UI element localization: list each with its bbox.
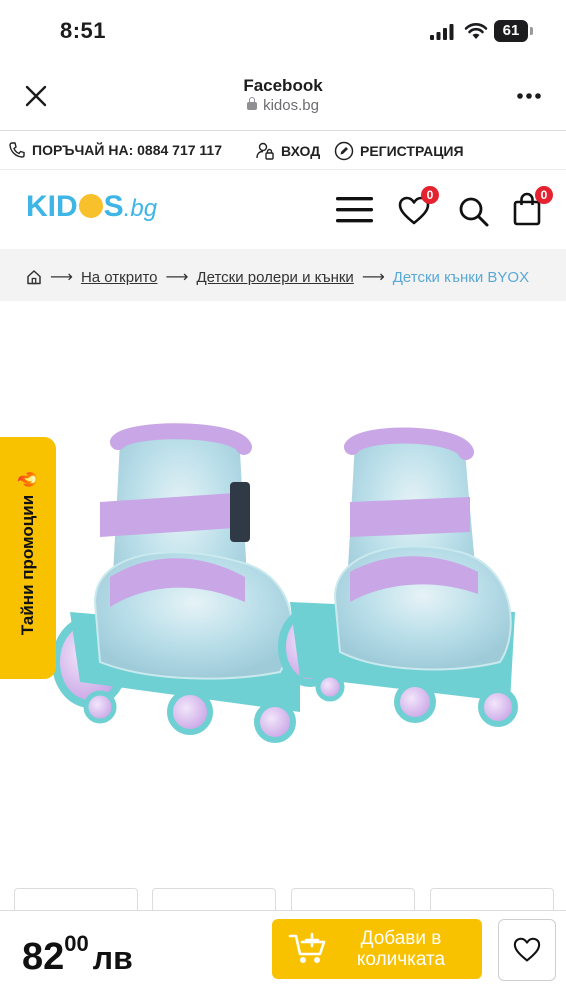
logo-sun-icon — [78, 194, 103, 218]
search-icon[interactable] — [458, 196, 490, 228]
add-to-cart-button[interactable]: Добави в количката — [272, 919, 482, 979]
breadcrumb-arrow-icon: ⟶ — [50, 269, 73, 286]
login-label: ВХОД — [281, 143, 321, 159]
order-phone-link[interactable]: ПОРЪЧАЙ НА: 0884 717 117 — [8, 141, 222, 159]
battery-indicator: 61 — [494, 20, 533, 42]
left-skate — [52, 423, 300, 743]
phone-icon — [9, 142, 25, 158]
register-label: РЕГИСТРАЦИЯ — [360, 143, 464, 159]
edit-circle-icon — [334, 141, 354, 161]
user-lock-icon — [256, 142, 274, 160]
breadcrumb: ⟶ На открито ⟶ Детски ролери и кънки ⟶ Д… — [0, 249, 566, 301]
browser-url: kidos.bg — [0, 97, 566, 114]
wishlist-count-badge: 0 — [421, 186, 439, 204]
breadcrumb-current: Детски кънки BYOX — [392, 268, 530, 286]
breadcrumb-arrow-icon: ⟶ — [361, 269, 385, 286]
browser-navbar: Facebook kidos.bg — [0, 62, 566, 131]
status-time: 8:51 — [60, 18, 107, 43]
browser-url-text: kidos.bg — [263, 97, 319, 114]
kidos-logo[interactable]: KID S.bg — [26, 190, 157, 224]
lock-icon — [247, 97, 258, 110]
menu-icon[interactable] — [336, 196, 374, 224]
breadcrumb-link-outdoor[interactable]: На открито — [81, 269, 158, 286]
wifi-icon — [464, 23, 488, 39]
sticky-buy-bar: 8200 лв Добави в количката — [0, 910, 566, 1001]
login-link[interactable]: ВХОД — [255, 141, 320, 161]
more-options-icon[interactable] — [516, 92, 542, 100]
thumbnail-strip — [0, 888, 566, 919]
cart-count-badge: 0 — [535, 186, 553, 204]
breadcrumb-link-skates[interactable]: Детски ролери и кънки — [196, 269, 353, 286]
browser-title: Facebook — [243, 76, 323, 95]
right-skate — [278, 427, 518, 727]
product-image — [52, 423, 518, 743]
secret-promotions-tab[interactable]: Тайни промоции 🔥 — [0, 437, 56, 679]
cellular-signal-icon — [430, 24, 454, 40]
secret-promotions-label: Тайни промоции 🔥 — [18, 468, 37, 636]
order-phone-label: ПОРЪЧАЙ НА: 0884 717 117 — [32, 142, 223, 158]
register-link[interactable]: РЕГИСТРАЦИЯ — [334, 141, 464, 161]
status-bar: 8:51 61 — [0, 0, 566, 62]
site-topbar: ПОРЪЧАЙ НА: 0884 717 117 ВХОД РЕГИСТРАЦИ… — [0, 131, 566, 170]
heart-icon — [513, 937, 541, 962]
home-icon[interactable] — [26, 269, 42, 285]
product-price: 8200 лв — [22, 931, 133, 978]
product-gallery[interactable] — [0, 302, 566, 907]
add-to-cart-label: Добави в количката — [356, 928, 446, 970]
breadcrumb-arrow-icon: ⟶ — [165, 269, 189, 286]
cart-add-icon — [288, 932, 326, 963]
add-to-wishlist-button[interactable] — [498, 919, 556, 981]
site-header: KID S.bg 0 0 — [0, 170, 566, 248]
